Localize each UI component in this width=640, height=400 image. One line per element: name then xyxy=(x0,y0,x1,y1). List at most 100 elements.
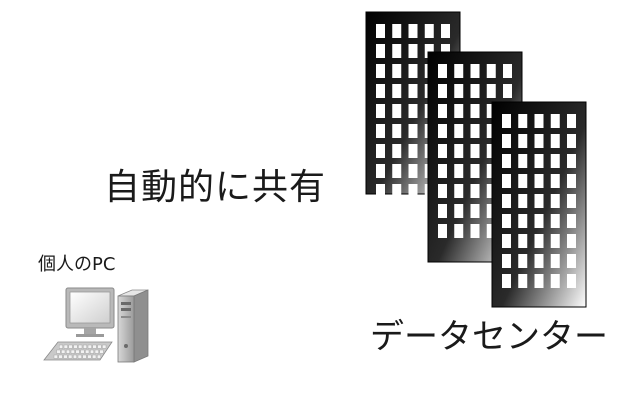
building-window xyxy=(376,144,385,158)
keyboard-key xyxy=(97,344,102,349)
building-window xyxy=(470,184,480,198)
building-window xyxy=(438,84,447,98)
building-window xyxy=(392,64,402,78)
building-window xyxy=(518,174,528,188)
keyboard-key xyxy=(63,344,68,349)
building-window xyxy=(470,144,480,158)
keyboard-key xyxy=(68,344,73,349)
building-window xyxy=(567,234,576,248)
building-window xyxy=(408,64,418,78)
building-window xyxy=(502,234,511,248)
building-window xyxy=(392,184,402,198)
building-window xyxy=(518,194,528,208)
building-window xyxy=(518,114,528,128)
building-window xyxy=(534,274,544,288)
building-window xyxy=(502,274,511,288)
building-window xyxy=(438,104,447,118)
building-window xyxy=(470,64,480,78)
building-window xyxy=(518,214,528,228)
building-window xyxy=(534,114,544,128)
building-window xyxy=(534,234,544,248)
building-window xyxy=(567,194,576,208)
building-window xyxy=(470,224,480,238)
keyboard-key xyxy=(85,349,90,354)
keyboard-key xyxy=(83,344,88,349)
building-window xyxy=(470,84,480,98)
building-window xyxy=(438,184,447,198)
building-window xyxy=(408,44,418,58)
keyboard-key xyxy=(58,354,63,359)
building-window xyxy=(438,64,447,78)
keyboard-key xyxy=(56,349,61,354)
keyboard-key xyxy=(53,354,58,359)
building-window xyxy=(502,254,511,268)
building-window xyxy=(454,204,464,218)
building-window xyxy=(392,144,402,158)
keyboard-key xyxy=(59,344,64,349)
building-window xyxy=(502,154,511,168)
keyboard-key xyxy=(68,354,73,359)
keyboard-key xyxy=(94,349,99,354)
building-window xyxy=(454,184,464,198)
building-window xyxy=(454,64,464,78)
building-window xyxy=(502,134,511,148)
building-window xyxy=(518,254,528,268)
building-window xyxy=(550,114,560,128)
building-window xyxy=(534,214,544,228)
building-window xyxy=(470,204,480,218)
building-window xyxy=(438,144,447,158)
building-window xyxy=(408,124,418,138)
building-window xyxy=(454,224,464,238)
building-window xyxy=(518,274,528,288)
building-window xyxy=(376,64,385,78)
building-window xyxy=(376,24,385,38)
building-window xyxy=(550,174,560,188)
building-window xyxy=(486,84,496,98)
building-window xyxy=(441,24,450,38)
building-window xyxy=(550,134,560,148)
keyboard-key xyxy=(90,349,95,354)
keyboard-key xyxy=(75,349,80,354)
building-window xyxy=(454,124,464,138)
building-window xyxy=(550,234,560,248)
keyboard-key xyxy=(92,354,97,359)
building-window xyxy=(438,164,447,178)
building-window xyxy=(408,184,418,198)
building-window xyxy=(408,84,418,98)
building-window xyxy=(503,64,512,78)
building-window xyxy=(438,224,447,238)
keyboard-key xyxy=(87,344,92,349)
keyboard-key xyxy=(92,344,97,349)
building-window xyxy=(408,144,418,158)
office-building-icon xyxy=(491,101,587,308)
building-window xyxy=(454,144,464,158)
monitor-icon xyxy=(65,287,115,337)
building-window xyxy=(567,274,576,288)
building-window xyxy=(534,254,544,268)
building-window xyxy=(438,124,447,138)
building-window xyxy=(503,84,512,98)
keyboard-key xyxy=(61,349,66,354)
building-window xyxy=(567,174,576,188)
building-window xyxy=(376,164,385,178)
building-window xyxy=(486,64,496,78)
building-window xyxy=(376,124,385,138)
building-window xyxy=(408,164,418,178)
keyboard-key xyxy=(82,354,87,359)
building-window xyxy=(534,174,544,188)
building-window xyxy=(518,234,528,248)
building-window xyxy=(567,154,576,168)
building-window xyxy=(424,24,434,38)
keyboard-key xyxy=(73,354,78,359)
building-window xyxy=(392,104,402,118)
building-window xyxy=(567,214,576,228)
building-window xyxy=(550,254,560,268)
building-window xyxy=(470,124,480,138)
building-window xyxy=(550,274,560,288)
keyboard-key xyxy=(63,354,68,359)
building-window xyxy=(534,154,544,168)
building-window xyxy=(408,104,418,118)
keyboard-key xyxy=(80,349,85,354)
building-window xyxy=(502,174,511,188)
building-window xyxy=(392,24,402,38)
